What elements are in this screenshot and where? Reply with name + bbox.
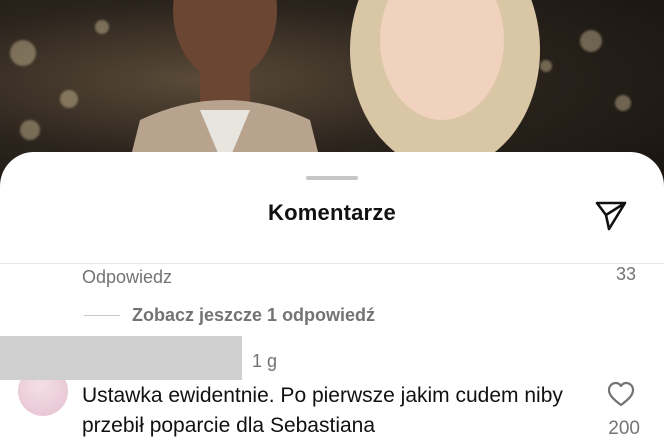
bokeh-light bbox=[60, 90, 78, 108]
reply-button[interactable]: Odpowiedz bbox=[82, 267, 172, 288]
heart-icon[interactable] bbox=[607, 381, 635, 407]
comments-sheet: Komentarze Odpowiedz 33 Zobacz jeszcze 1… bbox=[0, 152, 664, 442]
bokeh-light bbox=[580, 30, 602, 52]
header-divider bbox=[0, 263, 664, 264]
bokeh-light bbox=[95, 20, 109, 34]
redacted-username bbox=[0, 336, 242, 380]
bokeh-light bbox=[615, 95, 631, 111]
comment-like-count: 200 bbox=[608, 418, 640, 439]
comment-text: Ustawka ewidentnie. Po pierwsze jakim cu… bbox=[82, 384, 563, 437]
comment-timestamp: 1 g bbox=[252, 351, 278, 371]
thread-line bbox=[84, 315, 120, 316]
sheet-grabber[interactable] bbox=[306, 176, 358, 180]
sheet-title: Komentarze bbox=[268, 200, 396, 225]
view-more-replies-button[interactable]: Zobacz jeszcze 1 odpowiedź bbox=[132, 305, 375, 326]
parent-like-count: 33 bbox=[615, 264, 636, 284]
bokeh-light bbox=[10, 40, 36, 66]
bokeh-light bbox=[20, 120, 40, 140]
paper-plane-icon[interactable] bbox=[592, 196, 630, 234]
